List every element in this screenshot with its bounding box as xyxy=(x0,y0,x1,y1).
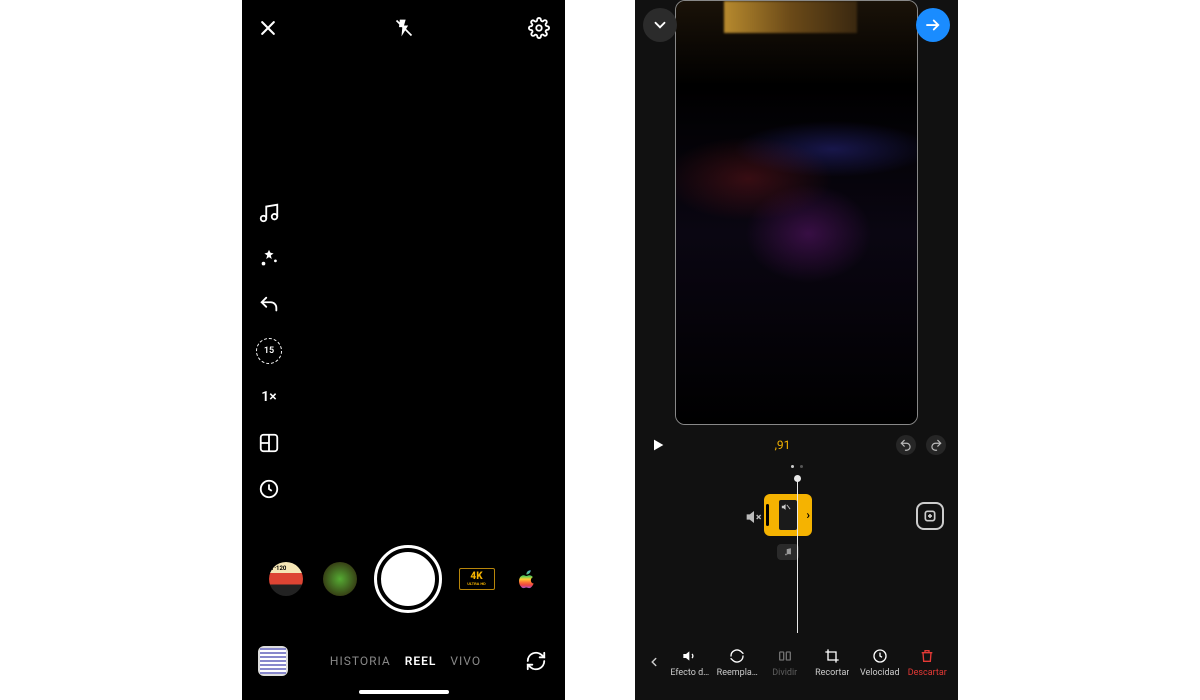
speed-label: 1× xyxy=(261,389,276,405)
tool-dividir: Dividir xyxy=(762,647,808,678)
effects-icon[interactable] xyxy=(256,246,282,272)
volume-mute-icon[interactable] xyxy=(745,508,763,526)
filter-preset-2[interactable] xyxy=(323,562,357,596)
tool-label: Reempla… xyxy=(717,668,758,678)
timer-value: 15 xyxy=(264,346,274,356)
editor-toolbar: Efecto d… Reempla… Dividir Recortar Velo… xyxy=(635,640,958,684)
shutter-button[interactable] xyxy=(377,548,439,610)
speed-icon xyxy=(871,647,889,665)
play-icon[interactable] xyxy=(647,434,669,456)
camera-side-tools: 15 1× xyxy=(256,200,282,502)
editor-top-bar xyxy=(643,8,950,42)
audio-track[interactable] xyxy=(777,544,799,560)
replace-icon xyxy=(728,647,746,665)
switch-camera-icon[interactable] xyxy=(523,648,549,674)
undo-icon[interactable] xyxy=(896,435,916,455)
speed-button[interactable]: 1× xyxy=(256,384,282,410)
preview-content xyxy=(676,1,917,424)
clock-icon[interactable] xyxy=(256,476,282,502)
redo-icon[interactable] xyxy=(926,435,946,455)
tab-vivo[interactable]: VIVO xyxy=(450,654,481,668)
editor-screen: ,91 › xyxy=(635,0,958,700)
layout-icon[interactable] xyxy=(256,430,282,456)
reply-icon[interactable] xyxy=(256,292,282,318)
music-icon[interactable] xyxy=(256,200,282,226)
split-icon xyxy=(776,647,794,665)
tool-reemplazar[interactable]: Reempla… xyxy=(715,647,761,678)
filter-4k[interactable]: 4K ULTRA HD xyxy=(459,568,495,590)
play-row: ,91 xyxy=(635,432,958,458)
undo-redo-group xyxy=(896,435,946,455)
tool-label: Recortar xyxy=(815,668,849,678)
camera-top-bar xyxy=(242,10,565,46)
tool-label: Descartar xyxy=(908,668,947,678)
timeline[interactable]: › xyxy=(635,478,958,638)
mode-tabs: HISTORIA REEL VIVO xyxy=(330,654,481,668)
tool-label: Dividir xyxy=(772,668,797,678)
settings-icon[interactable] xyxy=(527,16,551,40)
video-clip[interactable]: › xyxy=(764,494,812,536)
fourk-label-bottom: ULTRA HD xyxy=(467,582,486,586)
back-icon[interactable] xyxy=(643,655,665,669)
tool-label: Velocidad xyxy=(860,668,900,678)
clip-handle-left[interactable] xyxy=(766,504,769,526)
timeline-time: ,91 xyxy=(775,438,791,452)
page-dots xyxy=(791,465,803,468)
tab-reel[interactable]: REEL xyxy=(405,654,437,668)
clip-thumbnail xyxy=(779,500,797,530)
home-indicator xyxy=(359,690,449,694)
add-clip-button[interactable] xyxy=(916,502,944,530)
filter-vhs[interactable] xyxy=(269,562,303,596)
filter-carousel: 4K ULTRA HD xyxy=(242,548,565,610)
tool-velocidad[interactable]: Velocidad xyxy=(857,647,903,678)
sound-effect-icon xyxy=(681,647,699,665)
flash-off-icon[interactable] xyxy=(392,16,416,40)
filter-apple-icon[interactable] xyxy=(515,567,539,591)
crop-icon xyxy=(823,647,841,665)
video-preview[interactable] xyxy=(675,0,918,425)
camera-screen: 15 1× 4K ULTRA HD HISTORIA REEL VIVO xyxy=(242,0,565,700)
tool-recortar[interactable]: Recortar xyxy=(810,647,856,678)
chevron-down-icon[interactable] xyxy=(643,8,677,42)
trash-icon xyxy=(918,647,936,665)
camera-bottom-bar: HISTORIA REEL VIVO xyxy=(242,646,565,676)
timer-icon: 15 xyxy=(256,338,282,364)
tool-label: Efecto d… xyxy=(670,668,709,678)
tab-historia[interactable]: HISTORIA xyxy=(330,654,391,668)
timer-button[interactable]: 15 xyxy=(256,338,282,364)
playhead[interactable] xyxy=(797,478,798,633)
chevron-right-icon: › xyxy=(806,508,810,522)
tool-efecto[interactable]: Efecto d… xyxy=(667,647,713,678)
next-button[interactable] xyxy=(916,8,950,42)
close-icon[interactable] xyxy=(256,16,280,40)
gallery-button[interactable] xyxy=(258,646,288,676)
tool-descartar[interactable]: Descartar xyxy=(905,647,951,678)
